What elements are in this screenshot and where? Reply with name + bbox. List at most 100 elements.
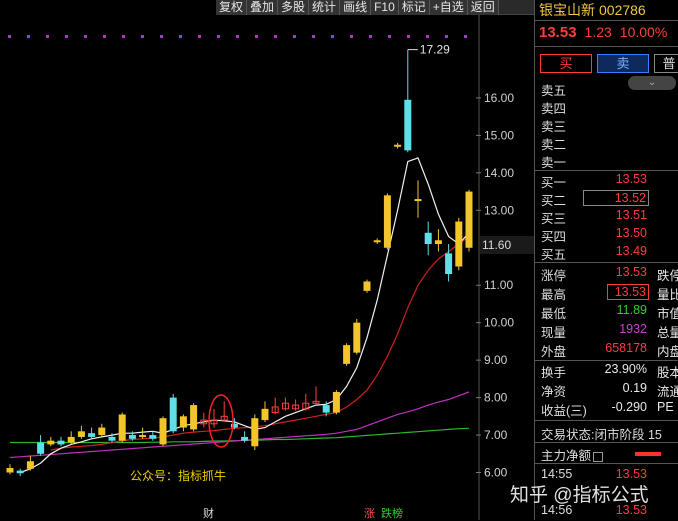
ask-row[interactable]: 卖三 — [541, 116, 566, 134]
candle-body — [108, 436, 116, 441]
top-dot — [369, 35, 372, 38]
ask-row[interactable]: 卖一 — [541, 152, 566, 170]
stat-right-label: 流通 — [657, 385, 678, 399]
candle-body — [394, 144, 402, 147]
stat-label: 最高 — [541, 288, 567, 302]
top-dot — [141, 35, 144, 38]
bid-label: 买三 — [541, 212, 567, 226]
main-flow-row[interactable]: 主力净额 — [541, 445, 604, 463]
candle-body — [26, 461, 34, 469]
y-tick-label: 14.00 — [484, 166, 514, 180]
candle-body — [118, 414, 126, 441]
candle-body — [128, 435, 136, 439]
bid-row[interactable]: 买二 — [541, 190, 567, 208]
stat-value: -0.290 — [611, 400, 647, 414]
candle-body — [251, 418, 259, 447]
top-dot — [8, 35, 11, 38]
toolbar-back-button[interactable]: 返回 — [467, 0, 499, 15]
ask-label: 卖四 — [541, 102, 567, 116]
quote-line: 13.53 1.23 10.00% — [539, 24, 675, 41]
toolbar-draw-button[interactable]: 画线 — [340, 0, 372, 15]
stat-label: 现量 — [541, 326, 567, 340]
collapse-chevron-icon[interactable]: ⌄ — [628, 76, 676, 90]
list-icon[interactable] — [593, 451, 604, 462]
candle-body — [6, 468, 14, 473]
ask-row[interactable]: 卖二 — [541, 134, 567, 152]
divider — [535, 420, 678, 421]
trade-status-num: 15 — [647, 428, 662, 442]
toolbar-f10-button[interactable]: F10 — [371, 0, 399, 15]
candle-body — [445, 253, 453, 274]
finance-marker[interactable]: 财 — [203, 505, 214, 521]
top-dot — [236, 35, 239, 38]
candle-body — [16, 470, 24, 474]
candle-body — [373, 240, 381, 243]
top-dot — [388, 35, 391, 38]
top-dot — [217, 35, 220, 38]
top-dot — [464, 35, 467, 38]
ask-row[interactable]: 卖五 — [541, 80, 567, 98]
stat-value: 11.89 — [616, 303, 647, 317]
stat-right-label: 内盘 — [657, 345, 678, 359]
toolbar-overlay-button[interactable]: 叠加 — [247, 0, 279, 15]
kline-chart[interactable]: 16.00 15.00 14.00 13.00 11.00 10.00 9.00 8.00 7.… — [0, 0, 534, 520]
candle-body — [67, 436, 75, 443]
tick-time: 14:55 — [541, 467, 573, 481]
bid-label: 买四 — [541, 230, 567, 244]
candle-body — [241, 436, 249, 441]
y-tick-label: 10.00 — [484, 316, 514, 330]
stat-limit-up: 涨停 — [541, 265, 566, 283]
buy-button[interactable]: 买 — [540, 54, 592, 73]
stat-last-vol: 现量 — [541, 322, 567, 340]
top-dot — [445, 35, 448, 38]
bid-row[interactable]: 买三 — [541, 208, 567, 226]
top-dot — [179, 35, 182, 38]
candle-body — [190, 405, 198, 430]
y-tick-label: 9.00 — [484, 353, 508, 367]
price-change: 1.23 — [584, 24, 612, 40]
stat-value: 13.53 — [607, 284, 649, 300]
top-dot — [27, 35, 30, 38]
bid-row[interactable]: 买五 — [541, 244, 566, 262]
divider — [535, 20, 678, 21]
toolbar-mark-button[interactable]: 标记 — [398, 0, 430, 15]
ask-label: 卖五 — [541, 84, 567, 98]
candle-body — [455, 221, 463, 267]
y-tick-label: 11.00 — [484, 278, 513, 292]
candle-body — [37, 442, 45, 454]
toolbar-add-watch-button[interactable]: +自选 — [429, 0, 468, 15]
ask-label: 卖二 — [541, 138, 567, 152]
candle-body — [98, 427, 106, 436]
stat-net-asset: 净资 — [541, 381, 567, 399]
stat-label: 最低 — [541, 307, 567, 321]
bid-row[interactable]: 买一 — [541, 172, 566, 190]
stat-value: 23.90% — [604, 362, 647, 376]
bid-row[interactable]: 买四 — [541, 226, 567, 244]
toolbar-multi-stock-button[interactable]: 多股 — [278, 0, 310, 15]
chart-note: 公众号：指标抓牛 — [130, 469, 227, 483]
candle-body — [179, 416, 187, 428]
fall-list-marker[interactable]: 跌榜 — [381, 505, 403, 521]
stat-label: 净资 — [541, 385, 567, 399]
stat-value: 658178 — [605, 341, 647, 355]
sell-button[interactable]: 卖 — [597, 54, 649, 73]
top-dot — [84, 35, 87, 38]
trade-status: 交易状态:闭市阶段 15 — [541, 424, 662, 442]
top-dot — [407, 35, 410, 38]
tick-price: 13.53 — [615, 467, 647, 481]
rise-marker[interactable]: 涨 — [364, 505, 375, 521]
normal-order-button[interactable]: 普 — [654, 54, 678, 73]
top-dot — [46, 35, 49, 38]
stat-right-label: 量比 — [657, 288, 678, 302]
toolbar-stats-button[interactable]: 统计 — [309, 0, 341, 15]
candle-body — [159, 418, 167, 445]
stat-label: 收益(三) — [541, 404, 587, 418]
candle-body — [404, 99, 412, 151]
stat-value: 0.19 — [622, 381, 647, 395]
chart-toolbar: 复权 叠加 多股 统计 画线 F10 标记 +自选 返回 — [216, 0, 534, 15]
toolbar-fuquan-button[interactable]: 复权 — [216, 0, 248, 15]
bid-label: 买二 — [541, 194, 567, 208]
divider — [535, 463, 678, 464]
ask-row[interactable]: 卖四 — [541, 98, 567, 116]
last-price: 13.53 — [539, 24, 577, 41]
